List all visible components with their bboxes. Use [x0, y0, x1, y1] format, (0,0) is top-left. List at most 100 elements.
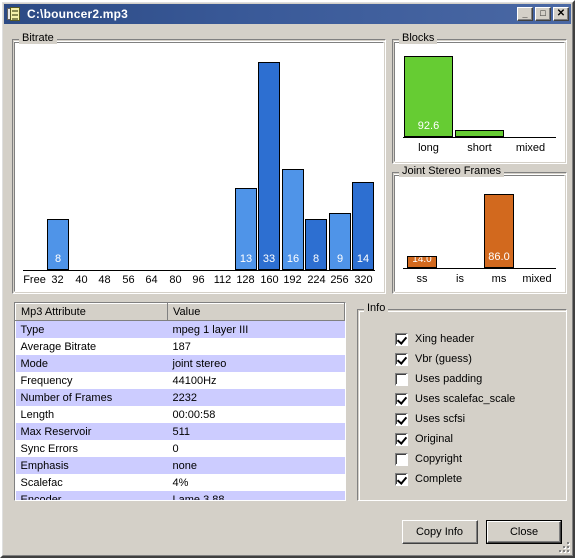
table-head: Mp3 Attribute Value: [15, 303, 345, 321]
bar-value-label: 8: [54, 253, 62, 265]
x-tick-label: 96: [192, 274, 205, 286]
info-checkbox-list: Xing header Vbr (guess) Uses padding Uses s…: [395, 332, 515, 486]
cell-value: mpeg 1 layer III: [167, 320, 345, 338]
cell-attribute: Type: [15, 320, 168, 338]
checkbox-uses-scfsi[interactable]: Uses scfsi: [395, 412, 515, 426]
table-row[interactable]: Frequency 44100Hz: [15, 372, 345, 389]
window-controls: _ □ ✕: [517, 7, 569, 21]
table-row[interactable]: Mode joint stereo: [15, 355, 345, 372]
bar-value-label: 86.0: [488, 251, 510, 263]
checkmark-icon: [395, 472, 408, 486]
mp3-attribute-table[interactable]: Mp3 Attribute Value Type mpeg 1 layer III…: [14, 302, 346, 501]
bar-short: [455, 130, 504, 137]
cell-attribute: Encoder: [15, 491, 168, 500]
bar-224: 8: [305, 219, 327, 270]
joint-stereo-frames-panel: Joint Stereo Frames 14.0 ss is 86.0 ms mixed: [392, 165, 567, 294]
table-row[interactable]: Scalefac 4%: [15, 474, 345, 491]
checkmark-icon: [395, 352, 408, 366]
checkbox-uses-padding[interactable]: Uses padding: [395, 372, 515, 386]
blocks-panel: Blocks 92.6 long short mixed: [392, 32, 567, 164]
table-row[interactable]: Number of Frames 2232: [15, 389, 345, 406]
cell-value: joint stereo: [167, 355, 345, 372]
blocks-panel-label: Blocks: [399, 32, 438, 44]
minimize-button[interactable]: _: [517, 7, 533, 21]
bar-320: 14: [352, 182, 374, 270]
checkbox-label: Uses scfsi: [415, 413, 466, 425]
cell-value: Lame 3.88: [167, 491, 345, 500]
checkbox-label: Complete: [415, 473, 463, 485]
window-title: C:\bouncer2.mp3: [27, 7, 129, 21]
x-tick-label: mixed: [522, 273, 552, 285]
bar-256: 9: [329, 213, 351, 270]
bar-value-label: 8: [312, 253, 320, 265]
table-row[interactable]: Length 00:00:58: [15, 406, 345, 423]
x-tick-label: 80: [169, 274, 182, 286]
table-row[interactable]: Max Reservoir 511: [15, 423, 345, 440]
bar-ms: 86.0: [484, 194, 514, 268]
checkbox-copyright[interactable]: Copyright: [395, 452, 515, 466]
cell-attribute: Length: [15, 406, 168, 423]
x-tick-label: 48: [98, 274, 111, 286]
bar-value-label: 13: [239, 253, 253, 265]
checkmark-icon: [395, 332, 408, 346]
x-tick-label: 40: [75, 274, 88, 286]
table-row[interactable]: Average Bitrate 187: [15, 338, 345, 355]
cell-value: 2232: [167, 389, 345, 406]
minimize-icon: _: [522, 9, 528, 19]
checkbox-uses-scalefac-scale[interactable]: Uses scalefac_scale: [395, 392, 515, 406]
checkbox-label: Copyright: [415, 453, 463, 465]
table-body: Type mpeg 1 layer III Average Bitrate 187 Mo…: [15, 320, 345, 500]
copy-info-button-label: Copy Info: [403, 521, 477, 543]
copy-info-button[interactable]: Copy Info: [402, 520, 478, 544]
cell-value: 0: [167, 440, 345, 457]
bar-value-label: 33: [262, 253, 276, 265]
x-tick-label: 64: [145, 274, 158, 286]
close-button[interactable]: ✕: [553, 7, 569, 21]
checkbox-complete[interactable]: Complete: [395, 472, 515, 486]
table-row[interactable]: Type mpeg 1 layer III: [15, 320, 345, 338]
checkbox-vbr-guess[interactable]: Vbr (guess): [395, 352, 515, 366]
checkmark-icon: [395, 392, 408, 406]
checkmark-icon: [395, 432, 408, 446]
x-tick-label: mixed: [515, 142, 546, 154]
bar-value-label: 92.6: [417, 120, 440, 132]
bar-value-label: 14.0: [412, 256, 432, 265]
joint-stereo-chart: 14.0 ss is 86.0 ms mixed: [394, 175, 565, 292]
checkbox-original[interactable]: Original: [395, 432, 515, 446]
cell-value: 00:00:58: [167, 406, 345, 423]
x-tick-label: is: [456, 273, 464, 285]
maximize-button[interactable]: □: [535, 7, 551, 21]
x-axis-line: [23, 270, 375, 271]
joint-stereo-panel-label: Joint Stereo Frames: [399, 165, 505, 177]
column-header-value[interactable]: Value: [167, 303, 345, 321]
title-bar[interactable]: C:\bouncer2.mp3 _ □ ✕: [4, 4, 571, 24]
bar-ss: 14.0: [407, 256, 437, 268]
table-row[interactable]: Sync Errors 0: [15, 440, 345, 457]
close-dialog-button[interactable]: Close: [486, 520, 562, 544]
cell-attribute: Mode: [15, 355, 168, 372]
close-icon: ✕: [556, 8, 566, 19]
empty-checkbox-icon: [395, 372, 408, 386]
cell-attribute: Scalefac: [15, 474, 168, 491]
cell-attribute: Frequency: [15, 372, 168, 389]
bar-32: 8: [47, 219, 69, 270]
table-header-row: Mp3 Attribute Value: [15, 303, 345, 321]
column-header-attribute[interactable]: Mp3 Attribute: [15, 303, 168, 321]
x-tick-label: short: [467, 142, 492, 154]
x-axis-line: [403, 137, 556, 138]
info-panel: Info Xing header Vbr (guess) Uses padding U…: [357, 302, 567, 501]
table-row[interactable]: Emphasis none: [15, 457, 345, 474]
x-tick-label: 160: [260, 274, 279, 286]
checkbox-xing-header[interactable]: Xing header: [395, 332, 515, 346]
checkbox-label: Vbr (guess): [415, 353, 472, 365]
resize-grip[interactable]: [557, 540, 571, 554]
table-row[interactable]: Encoder Lame 3.88: [15, 491, 345, 500]
cell-value: 187: [167, 338, 345, 355]
checkbox-label: Original: [415, 433, 453, 445]
attribute-table-element: Mp3 Attribute Value Type mpeg 1 layer III…: [15, 303, 345, 500]
bitrate-chart: Free 8 32 40 48 56 64 80 96 112 13 128 33 160 16 192 8 22…: [14, 42, 384, 292]
mp3-info-window: C:\bouncer2.mp3 _ □ ✕ Bitrate Free 8 32 40 4…: [0, 0, 575, 558]
bar-value-label: 14: [356, 253, 370, 265]
cell-attribute: Number of Frames: [15, 389, 168, 406]
x-tick-label: 32: [51, 274, 64, 286]
